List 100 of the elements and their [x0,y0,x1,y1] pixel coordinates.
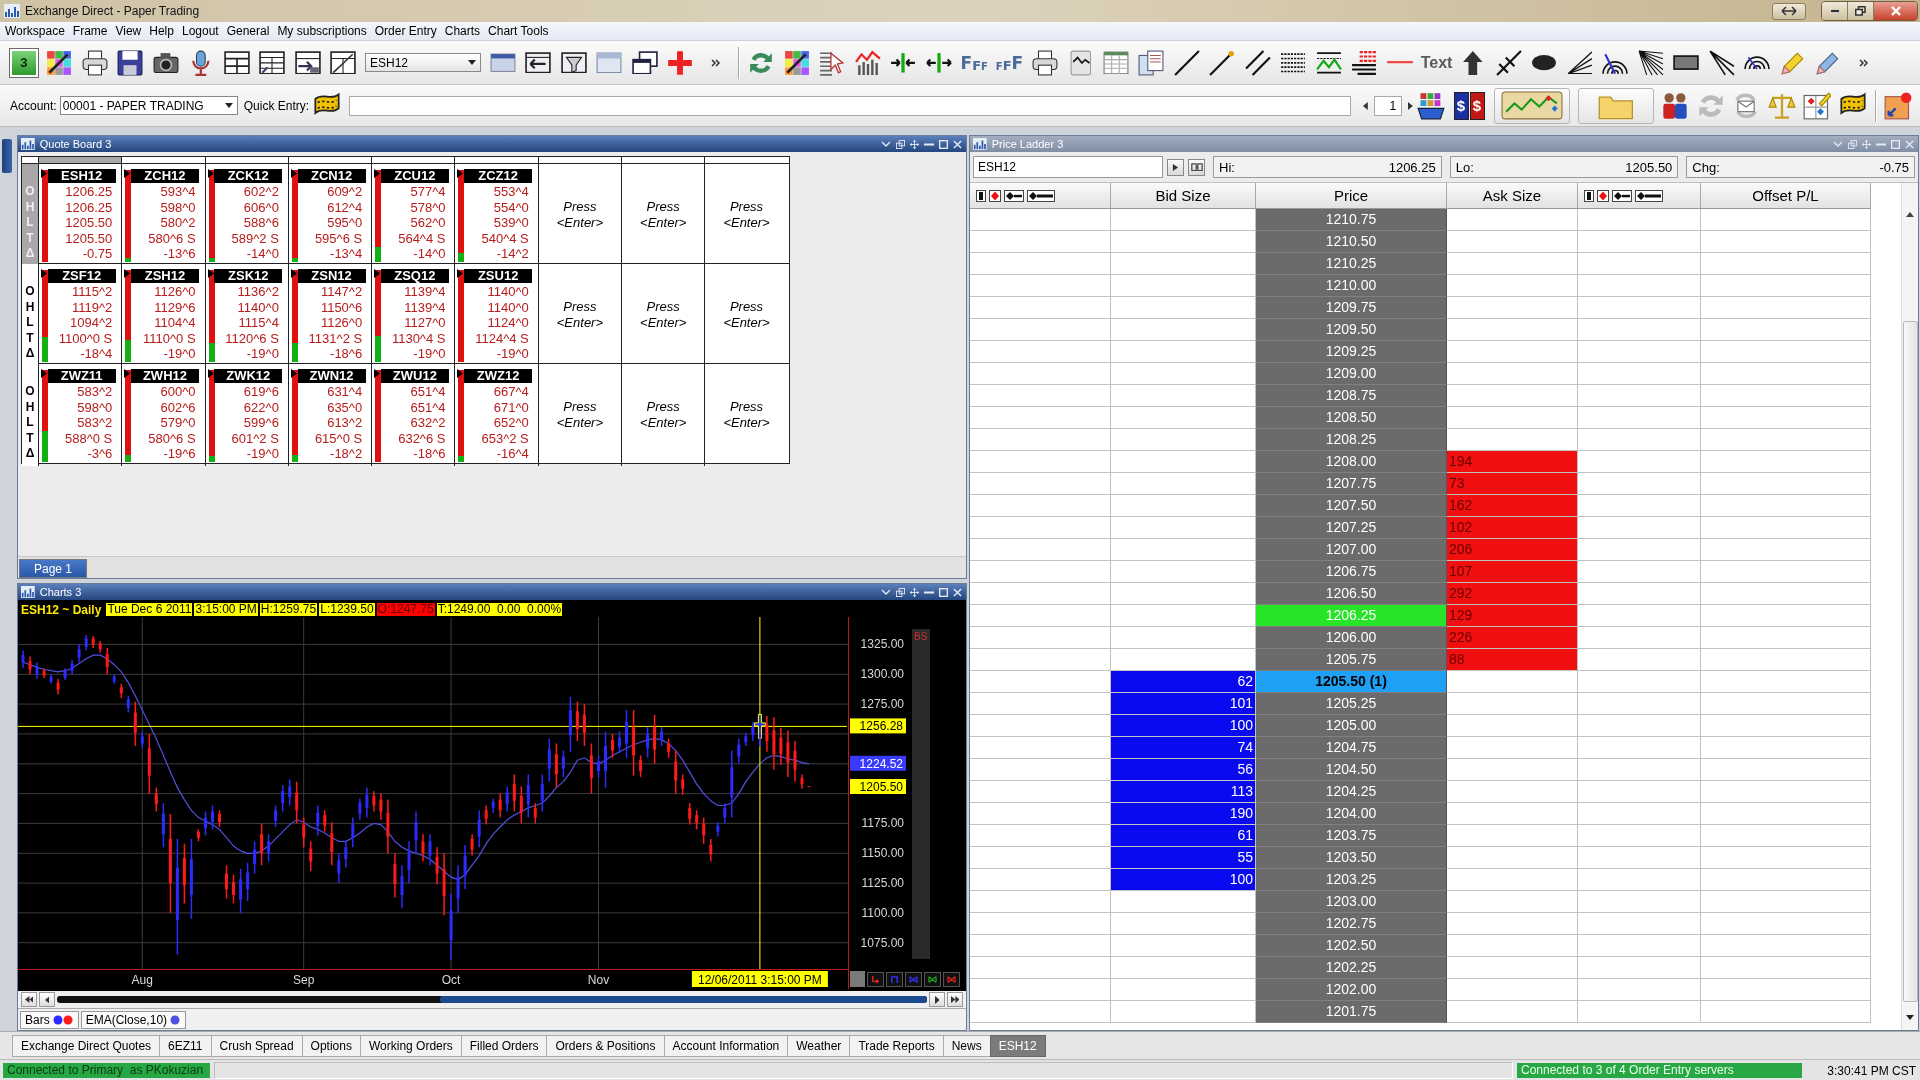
ladder-cell[interactable] [1701,649,1871,671]
parallel-lines-icon[interactable] [1244,49,1271,76]
ladder-cell[interactable] [1701,891,1871,913]
bid-size-cell[interactable]: 190 [1111,803,1256,825]
close-button[interactable] [1874,2,1917,20]
price-cell[interactable]: 1208.50 [1256,407,1447,429]
price-cell[interactable]: 1205.75 [1256,649,1447,671]
ladder-cell[interactable] [1701,539,1871,561]
ladder-cell[interactable] [1701,561,1871,583]
arrows-inward-icon[interactable] [890,51,917,74]
column-header[interactable] [38,157,122,163]
people-icon[interactable] [1661,91,1690,120]
printer-icon[interactable] [81,49,108,76]
bowtie-icon[interactable] [928,974,937,984]
arrow-right-icon[interactable] [934,995,940,1004]
semicircle-arcs-icon[interactable] [1744,54,1771,71]
ladder-cell[interactable] [1578,473,1701,495]
ladder-cell[interactable] [1701,429,1871,451]
price-cell[interactable]: 1202.50 [1256,935,1447,957]
pencil-icon[interactable] [1779,49,1806,76]
ladder-cell[interactable] [1578,627,1701,649]
caret-down-icon[interactable] [468,60,476,65]
bid-size-cell[interactable]: 62 [1111,671,1256,693]
scroll-thumb[interactable] [1902,321,1918,1002]
tab[interactable]: Trade Reports [849,1035,944,1057]
ladder-cell[interactable] [970,385,1111,407]
ladder-cell[interactable] [970,913,1111,935]
double-arrow-icon[interactable] [1781,6,1797,16]
ladder-cell[interactable] [1701,627,1871,649]
empty-cell[interactable]: Press <Enter> [704,164,788,266]
price-cell[interactable]: 1207.50 [1256,495,1447,517]
price-cell[interactable]: 1209.25 [1256,341,1447,363]
empty-cell[interactable]: Press <Enter> [704,364,788,466]
bar-chart-icon[interactable] [854,49,881,76]
quote-cell[interactable]: ZSN12 1147^2 1150^6 1126^0 1131^2 S -18^6 [287,264,372,366]
ladder-cell[interactable] [1578,913,1701,935]
quote-cell[interactable]: ZWN12 631^4 635^0 613^2 615^0 S -18^2 [287,364,372,466]
double-arrow-right-icon[interactable] [950,996,960,1003]
bar-order-icon[interactable] [976,189,986,202]
chevron-double-icon[interactable] [1858,57,1869,68]
diamond-dash-icon[interactable] [1612,189,1632,202]
quote-cell[interactable]: ESH12 1206.25 1206.25 1205.50 1205.50 -0.75 [38,164,122,266]
eraser-icon[interactable] [1815,49,1842,76]
minimize-icon[interactable] [924,590,934,594]
ladder-cell[interactable] [1701,341,1871,363]
scroll-button[interactable] [39,992,55,1007]
price-cell[interactable]: 1204.00 [1256,803,1447,825]
price-cell[interactable]: 1206.50 [1256,583,1447,605]
quote-cell[interactable]: ZSU12 1140^0 1140^0 1124^0 1124^4 S -19^0 [454,264,538,366]
ladder-cell[interactable] [1701,671,1871,693]
menu-item[interactable]: Workspace [1,24,69,38]
ladder-cell[interactable] [1578,693,1701,715]
bracket-icon[interactable] [890,974,899,984]
link-button[interactable] [1188,158,1205,176]
quote-cell[interactable]: ZSK12 1136^2 1140^0 1115^4 1120^6 S -19^0 [204,264,288,366]
ladder-cell[interactable] [1578,935,1701,957]
quote-cell[interactable]: ZCN12 609^2 612^4 595^0 595^6 S -13^4 [287,164,372,266]
price-cell[interactable]: 1203.75 [1256,825,1447,847]
ladder-cell[interactable] [1701,847,1871,869]
quote-cell[interactable]: ZSQ12 1139^4 1139^4 1127^0 1130^4 S -19^0 [371,264,455,366]
bowtie-icon[interactable] [947,974,956,984]
ladder-cell[interactable] [970,957,1111,979]
ladder-cell[interactable] [1447,385,1578,407]
price-cell[interactable]: 1201.75 [1256,1001,1447,1023]
empty-cell[interactable]: Press <Enter> [537,264,622,366]
ladder-cell[interactable] [1447,671,1578,693]
ladder-cell[interactable] [970,1001,1111,1023]
price-cell[interactable]: 1203.50 [1256,847,1447,869]
ladder-cell[interactable] [1578,803,1701,825]
rays-icon[interactable] [1708,49,1735,76]
window-grid-icon[interactable] [223,50,250,75]
tab[interactable]: Exchange Direct Quotes [12,1035,161,1057]
price-cell[interactable]: 1206.75 [1256,561,1447,583]
stacked-lines-icon[interactable] [1351,49,1378,76]
ellipse-icon[interactable] [1531,53,1558,72]
side-panel-tab[interactable] [2,139,12,173]
line-chart-icon[interactable] [1500,91,1563,120]
ladder-cell[interactable] [1701,363,1871,385]
ladder-cell[interactable] [1578,231,1701,253]
ladder-cell[interactable] [1447,979,1578,1001]
ladder-cell[interactable] [1447,209,1578,231]
ladder-cell[interactable] [1701,693,1871,715]
ladder-cell[interactable] [970,539,1111,561]
tab[interactable]: Working Orders [359,1035,462,1057]
scroll-button[interactable] [929,992,945,1007]
fan-icon[interactable] [1566,50,1593,75]
diamond-icon[interactable] [989,189,1001,202]
chart-mode-button[interactable] [867,971,884,987]
price-cell[interactable]: 1209.00 [1256,363,1447,385]
price-cell[interactable]: 1207.00 [1256,539,1447,561]
ladder-cell[interactable] [1447,935,1578,957]
ladder-cell[interactable] [1578,891,1701,913]
quote-cell[interactable]: ZSH12 1126^0 1129^6 1104^4 1110^0 S -19^0 [121,264,205,366]
ladder-cell[interactable] [1701,517,1871,539]
ladder-cell[interactable] [1578,495,1701,517]
ladder-cell[interactable] [1578,605,1701,627]
price-cell[interactable]: 1202.00 [1256,979,1447,1001]
empty-cell[interactable]: Press <Enter> [621,264,705,366]
ladder-cell[interactable] [1578,825,1701,847]
ladder-cell[interactable] [970,627,1111,649]
